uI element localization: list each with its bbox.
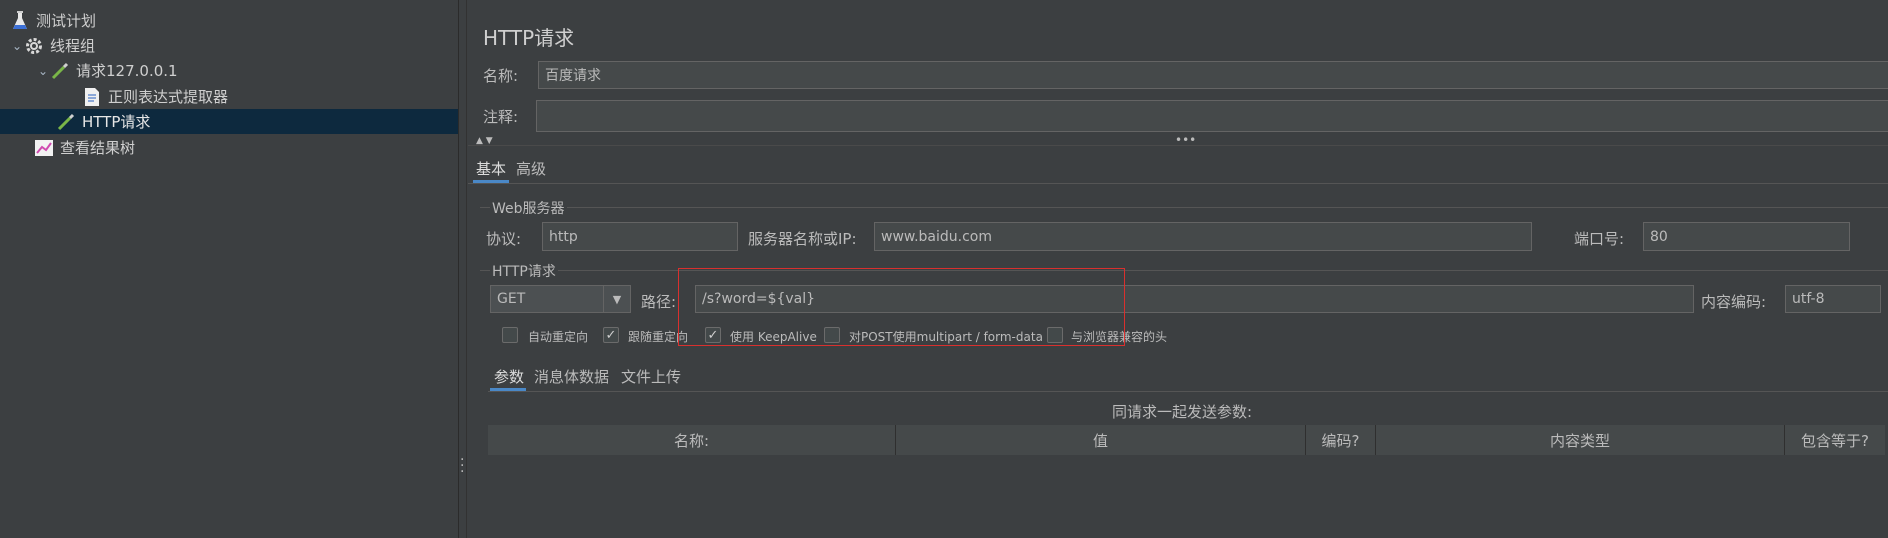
column-header-value[interactable]: 值 [896,425,1306,455]
tab-parameters[interactable]: 参数 [494,366,524,387]
page-title: HTTP请求 [483,26,575,50]
tree-item-http-request[interactable]: HTTP请求 [0,109,458,134]
chevron-down-icon[interactable]: ⌄ [36,64,50,78]
flask-icon [10,10,30,31]
tree-item-label: 正则表达式提取器 [108,88,229,106]
pipette-icon [50,61,70,81]
chevron-down-icon[interactable]: ⌄ [10,39,24,53]
auto-redirect-checkbox[interactable] [502,327,518,343]
tree-item-request-localhost[interactable]: ⌄ 请求127.0.0.1 [0,58,458,83]
tab-file-upload[interactable]: 文件上传 [621,366,681,387]
port-field[interactable]: 80 [1643,222,1850,251]
column-header-encode[interactable]: 编码? [1306,425,1376,455]
tab-basic[interactable]: 基本 [476,158,506,179]
column-header-name[interactable]: 名称: [488,425,896,455]
http-request-panel: HTTP请求 名称: 百度请求 注释: ▲ ▼ ••• 基本 高级 Web服务器… [468,0,1888,538]
group-border [480,207,1888,208]
tree-item-label: 线程组 [50,37,96,55]
chevron-down-icon[interactable]: ▼ [603,285,631,313]
server-field[interactable]: www.baidu.com [874,222,1532,251]
tab-divider [468,183,1888,184]
protocol-label: 协议: [486,230,522,248]
name-field[interactable]: 百度请求 [538,61,1888,89]
protocol-field[interactable]: http [542,222,738,251]
pipette-icon [56,112,76,132]
comment-label: 注释: [483,108,519,126]
tree-item-regex-extractor[interactable]: 正则表达式提取器 [0,84,458,109]
test-plan-tree: 测试计划 ⌄ 线程组 ⌄ 请求127.0.0.1 正则表达式提取器 HTTP请求 [0,0,458,538]
follow-redirects-checkbox[interactable]: ✓ [603,327,619,343]
params-caption: 同请求一起发送参数: [1112,403,1253,421]
divider [468,145,1888,146]
port-label: 端口号: [1574,230,1625,248]
auto-redirect-label: 自动重定向 [528,330,589,344]
document-icon [82,87,102,107]
encoding-field[interactable]: utf-8 [1785,285,1881,313]
tab-advanced[interactable]: 高级 [516,158,546,179]
server-label: 服务器名称或IP: [748,230,857,248]
tree-item-label: 查看结果树 [60,139,136,157]
http-request-group-title: HTTP请求 [490,261,558,281]
path-label: 路径: [641,293,677,311]
encoding-label: 内容编码: [1701,293,1767,311]
method-select[interactable]: GET [490,285,604,313]
column-header-content-type[interactable]: 内容类型 [1376,425,1785,455]
tree-item-thread-group[interactable]: ⌄ 线程组 [0,33,458,58]
tab-body-data[interactable]: 消息体数据 [534,366,609,387]
splitter-grip-icon[interactable]: · · · [460,453,464,479]
sub-tab-divider [488,391,1888,392]
tree-item-test-plan[interactable]: 测试计划 [0,8,458,33]
web-server-group-title: Web服务器 [490,198,567,218]
tree-item-label: 测试计划 [36,12,97,30]
comment-field[interactable] [536,100,1888,132]
gear-icon [24,36,44,56]
tree-item-results-tree[interactable]: 查看结果树 [0,135,458,160]
name-label: 名称: [483,67,519,85]
highlight-box [678,268,1125,346]
column-header-include-equals[interactable]: 包含等于? [1785,425,1885,455]
chart-icon [34,138,54,158]
tree-item-label: HTTP请求 [82,113,151,131]
tree-item-label: 请求127.0.0.1 [76,62,178,80]
